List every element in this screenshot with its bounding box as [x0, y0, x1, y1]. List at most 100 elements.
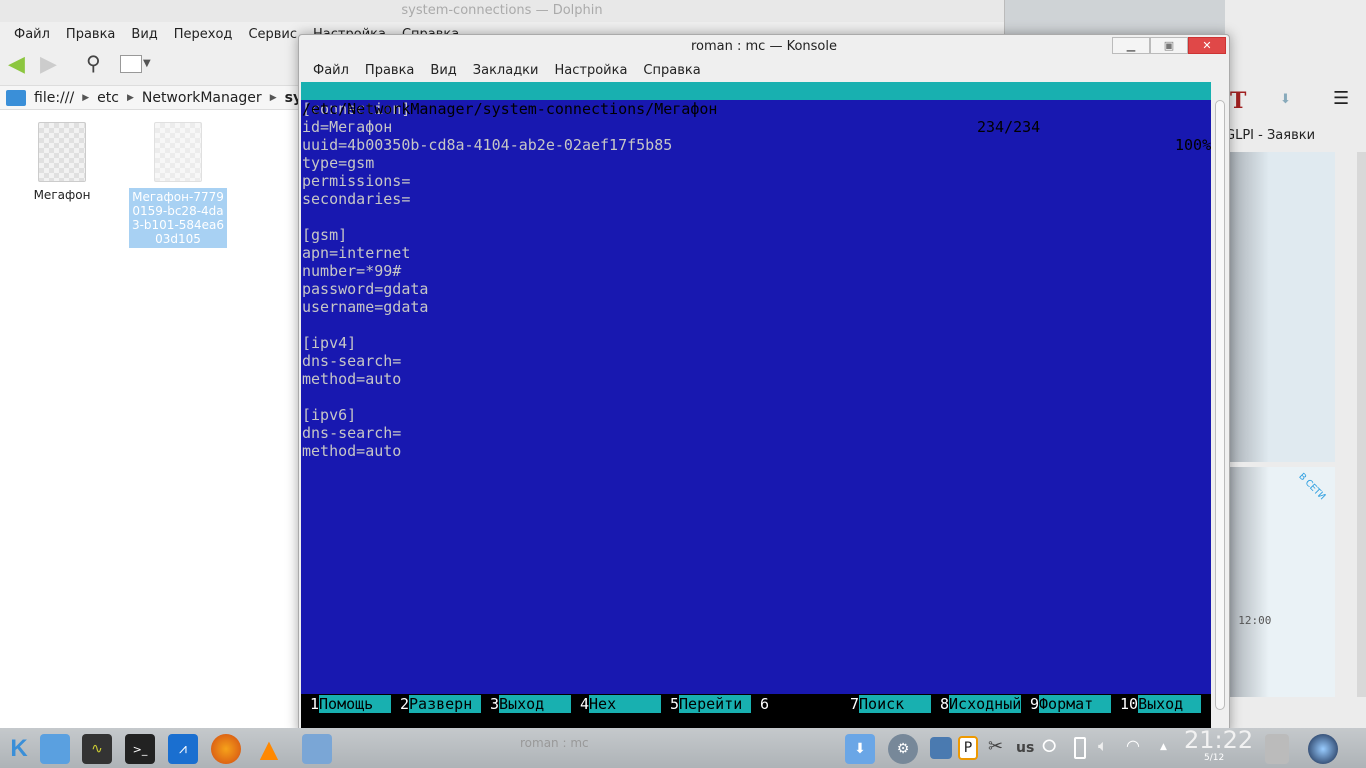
vlc-icon[interactable]: ▲	[254, 734, 284, 764]
fkey-4[interactable]: 4Hex	[580, 695, 662, 713]
task-label[interactable]: roman : mc	[520, 736, 589, 750]
konsole-task-icon[interactable]	[302, 734, 332, 764]
fkey-number: 4	[580, 695, 590, 713]
text-tool-icon[interactable]: T	[1230, 88, 1246, 114]
fkey-label: Выход	[1138, 695, 1202, 713]
close-button[interactable]: ✕	[1188, 37, 1226, 54]
file-line: password=gdata	[302, 280, 429, 298]
kde-menu-icon[interactable]: K	[4, 734, 34, 764]
trash-icon[interactable]	[1265, 734, 1289, 764]
file-line: apn=internet	[302, 244, 411, 262]
breadcrumb-networkmanager[interactable]: NetworkManager	[142, 90, 262, 106]
bookmark-glpi[interactable]: GLPI - Заявки	[1225, 128, 1315, 143]
fkey-label: Формат	[1039, 695, 1112, 713]
view-mode-icon[interactable]	[120, 55, 142, 73]
firefox-icon[interactable]	[211, 734, 241, 764]
function-key-bar: 1Помощь 2Разверн 3Выход 4Hex 5Перейти 6 7Поиск…	[301, 694, 1211, 729]
tray-expand-icon[interactable]: ▲	[1160, 742, 1167, 752]
file-line	[301, 388, 1211, 406]
file-line: username=gdata	[302, 298, 429, 316]
fkey-3[interactable]: 3Выход	[490, 695, 572, 713]
drop-icon[interactable]	[1308, 734, 1338, 764]
mc-status-bar: /etc/NetworkManager/system-connections/М…	[301, 82, 1211, 154]
fkey-number: 10	[1120, 695, 1139, 713]
forward-arrow-icon[interactable]: ▶	[40, 52, 57, 77]
browser-window: T ⬇ ☰ GLPI - Заявки В СЕТИ , 12:00	[1225, 0, 1366, 740]
time-text: , 12:00	[1225, 614, 1272, 627]
file-name: Мегафон-77790159-bc28-4da3-b101-584ea603…	[129, 188, 227, 248]
fkey-label: Перейти	[679, 695, 752, 713]
file-content: [connection]id=Мегафонuuid=4b00350b-cd8a…	[301, 100, 1211, 460]
file-item-selected[interactable]: Мегафон-77790159-bc28-4da3-b101-584ea603…	[128, 122, 228, 248]
fkey-9[interactable]: 9Формат	[1030, 695, 1112, 713]
file-line: method=auto	[302, 442, 402, 460]
wifi-icon[interactable]: ◠	[1126, 736, 1140, 755]
scissors-icon[interactable]: ✂	[988, 736, 1003, 757]
back-arrow-icon[interactable]: ◀	[8, 52, 25, 77]
menu-view[interactable]: Вид	[123, 27, 165, 42]
clock[interactable]: 21:22	[1184, 726, 1253, 754]
fkey-7[interactable]: 7Поиск	[850, 695, 932, 713]
breadcrumb-etc[interactable]: etc	[97, 90, 119, 106]
file-name: Мегафон	[33, 188, 91, 202]
file-line: [ipv4]	[302, 334, 357, 352]
fkey-number: 6	[760, 695, 770, 713]
menu-bookmarks[interactable]: Закладки	[465, 63, 547, 78]
file-line: uuid=4b00350b-cd8a-4104-ab2e-02aef17f5b8…	[302, 136, 673, 154]
fkey-label: Исходный	[949, 695, 1022, 713]
fkey-10[interactable]: 10Выход	[1120, 695, 1202, 713]
dolphin-title: system-connections — Dolphin	[0, 0, 1004, 22]
maximize-button[interactable]: ▣	[1150, 37, 1188, 54]
menu-settings[interactable]: Настройка	[546, 63, 635, 78]
menu-help[interactable]: Справка	[635, 63, 708, 78]
menu-tools[interactable]: Сервис	[240, 27, 305, 42]
keyboard-layout[interactable]: us	[1016, 740, 1034, 756]
file-line: [gsm]	[302, 226, 348, 244]
line-position: 234/234	[977, 118, 1041, 136]
system-monitor-icon[interactable]: ∿	[82, 734, 112, 764]
file-line: secondaries=	[302, 190, 411, 208]
fkey-1[interactable]: 1Помощь	[310, 695, 392, 713]
terminal-scrollbar[interactable]	[1211, 82, 1229, 729]
taskbar: K ∿ >_ ⩘ ▲ roman : mc ⬇ ⚙ P ✂ us ⭘ 🔈︎ ◠ …	[0, 726, 1366, 768]
ksysguard-icon[interactable]: ⩘	[168, 734, 198, 764]
menu-icon[interactable]: ☰	[1333, 88, 1349, 109]
menu-file[interactable]: Файл	[6, 27, 58, 42]
terminal[interactable]: /etc/NetworkManager/system-connections/М…	[301, 82, 1211, 729]
fkey-label: Поиск	[859, 695, 932, 713]
usb-icon[interactable]: ⭘	[1042, 736, 1056, 757]
fkey-number: 1	[310, 695, 320, 713]
downloads-icon[interactable]: ⬇	[845, 734, 875, 764]
volume-icon[interactable]: 🔈︎	[1098, 736, 1108, 756]
breadcrumb-root[interactable]: file:///	[34, 90, 74, 106]
file-icon	[154, 122, 202, 182]
fkey-number: 7	[850, 695, 860, 713]
download-icon[interactable]: ⬇	[1280, 92, 1291, 107]
fkey-8[interactable]: 8Исходный	[940, 695, 1021, 713]
file-line: permissions=	[302, 172, 411, 190]
fkey-number: 3	[490, 695, 500, 713]
minimize-button[interactable]: ▁	[1112, 37, 1150, 54]
menu-edit[interactable]: Правка	[357, 63, 422, 78]
konsole-window: roman : mc — Konsole ▁ ▣ ✕ Файл Правка В…	[298, 34, 1230, 734]
file-manager-icon[interactable]	[40, 734, 70, 764]
file-path: /etc/NetworkManager/system-connections/М…	[302, 100, 718, 118]
chevron-down-icon[interactable]: ▼	[143, 58, 151, 69]
settings-gear-icon[interactable]: ⚙	[888, 734, 918, 764]
menu-file[interactable]: Файл	[305, 63, 357, 78]
search-icon[interactable]: ⚲	[86, 51, 101, 75]
fkey-6[interactable]: 6	[760, 695, 841, 713]
browser-scrollbar[interactable]	[1357, 152, 1366, 697]
klipper-icon[interactable]	[930, 737, 952, 759]
menu-view[interactable]: Вид	[422, 63, 464, 78]
file-item[interactable]: Мегафон	[12, 122, 112, 202]
menu-go[interactable]: Переход	[166, 27, 241, 42]
file-line: number=*99#	[302, 262, 402, 280]
battery-icon[interactable]	[1074, 737, 1086, 759]
p-tray-icon[interactable]: P	[958, 736, 978, 760]
file-line: [ipv6]	[302, 406, 357, 424]
fkey-5[interactable]: 5Перейти	[670, 695, 752, 713]
menu-edit[interactable]: Правка	[58, 27, 123, 42]
terminal-icon[interactable]: >_	[125, 734, 155, 764]
fkey-2[interactable]: 2Разверн	[400, 695, 482, 713]
